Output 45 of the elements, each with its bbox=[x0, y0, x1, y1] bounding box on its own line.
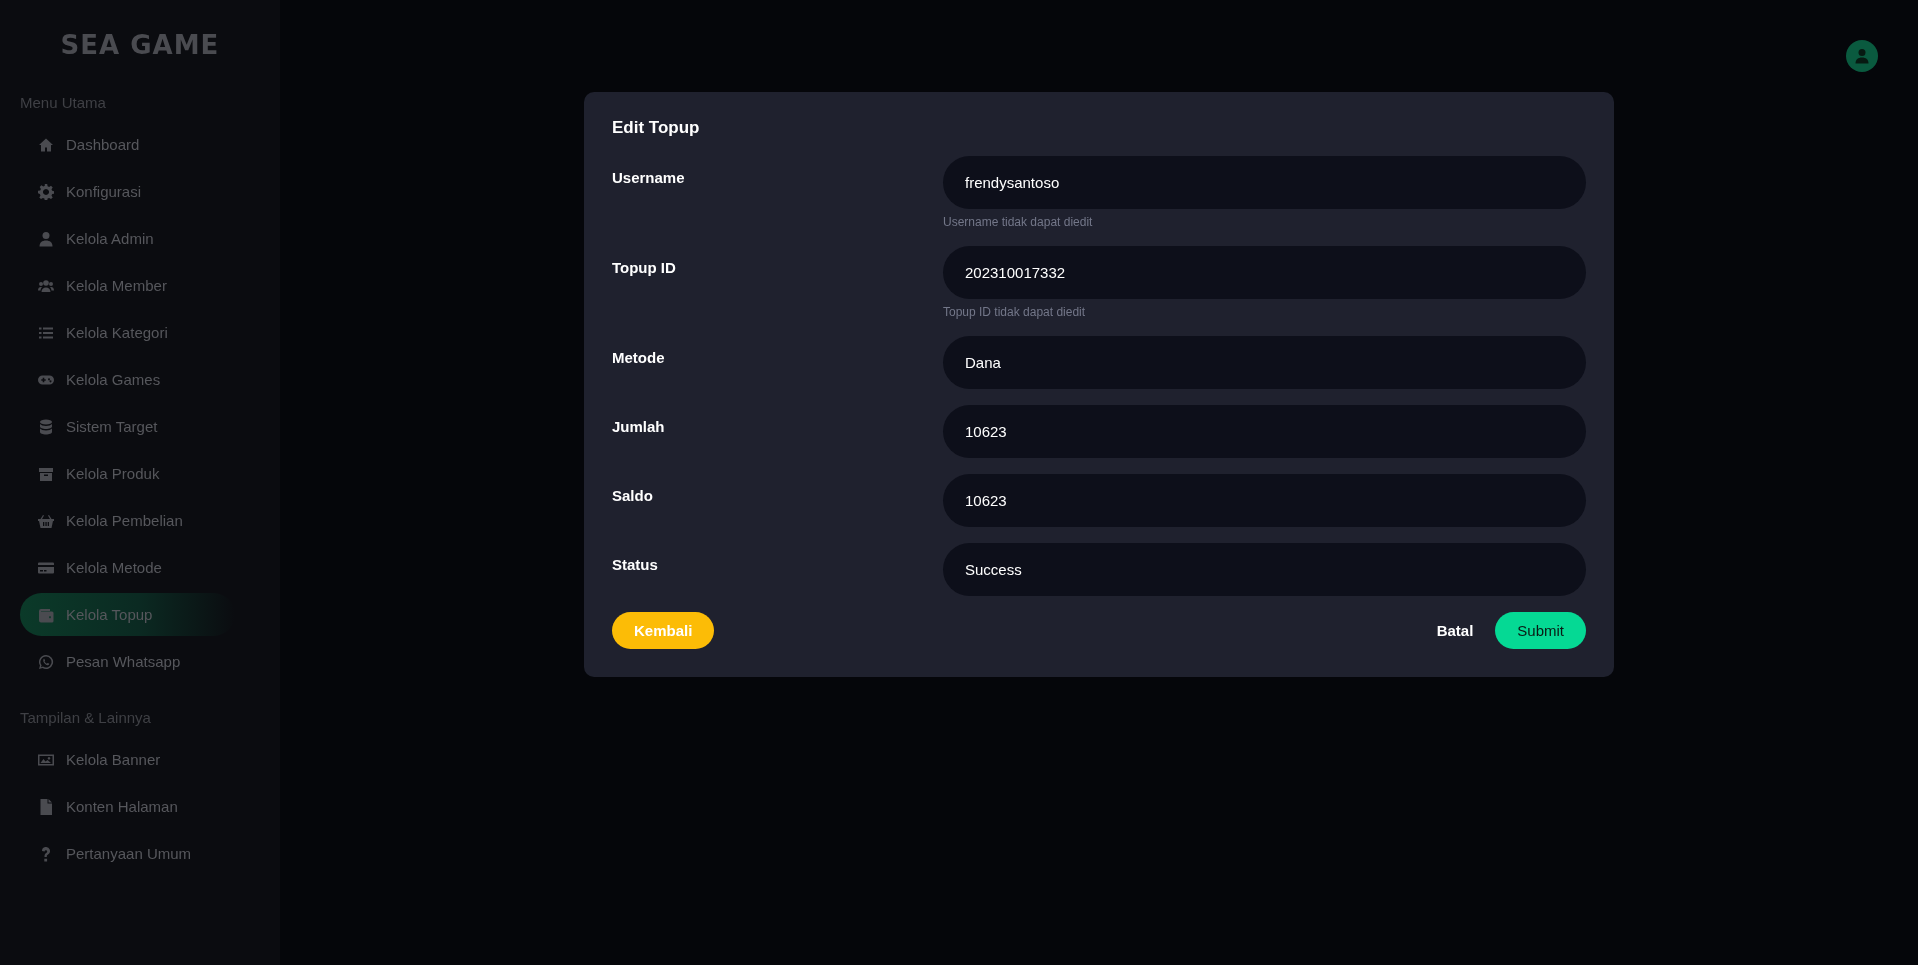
sidebar-item[interactable]: Konfigurasi bbox=[20, 170, 200, 213]
users-icon bbox=[38, 277, 54, 294]
basket-icon bbox=[38, 512, 54, 529]
field-label: Saldo bbox=[612, 486, 654, 506]
sidebar-item[interactable]: Pertanyaan Umum bbox=[20, 832, 210, 875]
sidebar-item[interactable]: Kelola Member bbox=[20, 264, 200, 307]
user-icon bbox=[1854, 48, 1870, 64]
input-field[interactable]: Dana bbox=[943, 336, 1586, 389]
home-icon bbox=[38, 136, 54, 153]
back-button[interactable]: Kembali bbox=[612, 612, 715, 649]
sidebar-item[interactable]: Kelola Admin bbox=[20, 217, 200, 260]
sidebar-item[interactable]: Dashboard bbox=[20, 123, 200, 166]
dialog-title: Edit Topup bbox=[612, 118, 701, 138]
gear-icon bbox=[38, 183, 54, 200]
submit-button[interactable]: Submit bbox=[1495, 612, 1586, 649]
sidebar-item[interactable]: Pesan Whatsapp bbox=[20, 640, 200, 683]
database-icon bbox=[38, 418, 54, 435]
input-field[interactable]: 10623 bbox=[943, 405, 1586, 458]
field-label: Username bbox=[612, 168, 686, 188]
field-label: Metode bbox=[612, 348, 666, 368]
logo-text: SEA GAME bbox=[60, 30, 220, 60]
field-label: Topup ID bbox=[612, 258, 677, 278]
helper-text: Username tidak dapat diedit bbox=[943, 214, 1094, 230]
input-field[interactable]: Success bbox=[943, 543, 1586, 596]
field-label: Status bbox=[612, 555, 659, 575]
box-icon bbox=[38, 465, 54, 482]
user-icon bbox=[38, 230, 54, 247]
input-field[interactable]: 10623 bbox=[943, 474, 1586, 527]
avatar-button[interactable] bbox=[1846, 40, 1878, 72]
sidebar-item[interactable]: Kelola Banner bbox=[20, 738, 200, 781]
sidebar-item[interactable]: Kelola Games bbox=[20, 358, 200, 401]
input-field[interactable]: 202310017332 bbox=[943, 246, 1586, 299]
input-field[interactable]: frendysantoso bbox=[943, 156, 1586, 209]
field-label: Jumlah bbox=[612, 417, 666, 437]
sidebar-item[interactable]: Kelola Produk bbox=[20, 452, 200, 495]
sidebar-item[interactable]: Sistem Target bbox=[20, 405, 200, 448]
chat-bubble-icon bbox=[38, 653, 54, 670]
sidebar-item[interactable]: Kelola Kategori bbox=[20, 311, 200, 354]
file-icon bbox=[38, 798, 54, 815]
sidebar-item[interactable]: Kelola Pembelian bbox=[20, 499, 201, 542]
wallet-icon bbox=[38, 606, 54, 623]
cancel-button[interactable]: Batal bbox=[1436, 612, 1474, 649]
sidebar-item[interactable]: Konten Halaman bbox=[20, 785, 200, 828]
sidebar-item[interactable]: Kelola Metode bbox=[20, 546, 200, 589]
helper-text: Topup ID tidak dapat diedit bbox=[943, 304, 1087, 320]
